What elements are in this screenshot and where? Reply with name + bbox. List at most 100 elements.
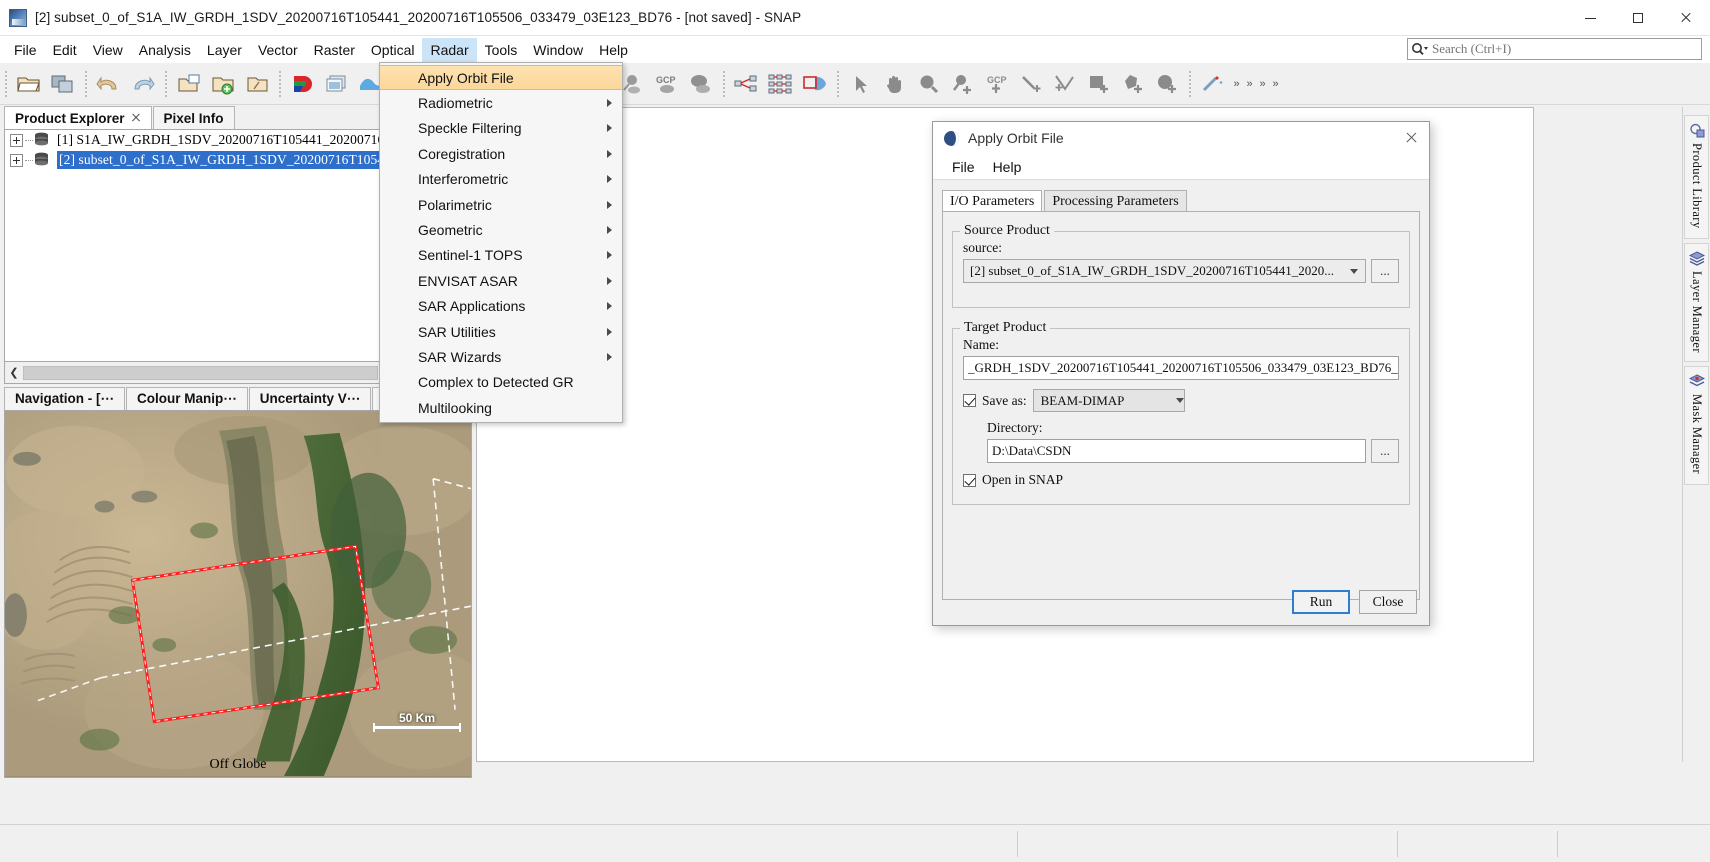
search-box[interactable] — [1407, 38, 1702, 60]
dialog-menu-file[interactable]: File — [943, 157, 984, 177]
menu-item-label: ENVISAT ASAR — [418, 272, 518, 289]
right-dock: Product Library Layer Manager Mask Manag… — [1682, 107, 1710, 762]
zoom-tool-icon[interactable] — [914, 69, 944, 99]
source-browse-button[interactable]: ... — [1371, 259, 1399, 283]
menu-item-label: SAR Wizards — [418, 348, 502, 365]
graph-builder-icon[interactable] — [732, 69, 762, 99]
menu-item-sar-utilities[interactable]: SAR Utilities — [380, 319, 622, 344]
menu-item-apply-orbit-file[interactable]: Apply Orbit File — [380, 65, 622, 91]
source-product-combo[interactable]: [2] subset_0_of_S1A_IW_GRDH_1SDV_2020071… — [963, 259, 1366, 283]
world-view-map[interactable]: Shizuishan Dawukou Yinchuan 1 2 50 Km Of… — [4, 411, 472, 778]
tab-product-explorer[interactable]: Product Explorer — [4, 106, 152, 129]
run-button[interactable]: Run — [1292, 590, 1350, 614]
tab-pixel-info[interactable]: Pixel Info — [152, 106, 235, 129]
apply-orbit-file-dialog: Apply Orbit File File Help I/O Parameter… — [932, 121, 1430, 626]
close-button[interactable] — [1662, 0, 1710, 36]
chevron-down-icon[interactable] — [1343, 260, 1365, 282]
menu-item-sar-wizards[interactable]: SAR Wizards — [380, 344, 622, 369]
pin-tool-icon[interactable] — [948, 69, 978, 99]
minimize-button[interactable] — [1566, 0, 1614, 36]
scrollbar-thumb[interactable] — [23, 365, 378, 380]
menu-help[interactable]: Help — [591, 38, 636, 62]
toolbar-separator — [723, 70, 725, 97]
tab-processing-parameters[interactable]: Processing Parameters — [1044, 190, 1187, 212]
subset-icon[interactable] — [800, 69, 830, 99]
dialog-menu-help[interactable]: Help — [984, 157, 1031, 177]
menu-optical[interactable]: Optical — [363, 38, 423, 62]
polygon-tool-icon[interactable] — [1118, 69, 1148, 99]
menu-item-speckle-filtering[interactable]: Speckle Filtering — [380, 116, 622, 141]
menu-item-coregistration[interactable]: Coregistration — [380, 141, 622, 166]
menu-item-sar-applications[interactable]: SAR Applications — [380, 294, 622, 319]
open-in-snap-checkbox[interactable] — [963, 473, 976, 487]
layers-icon — [1688, 250, 1705, 266]
save-product-icon[interactable] — [48, 69, 78, 99]
gcp-overlay-icon[interactable]: GCP — [652, 69, 682, 99]
menu-item-polarimetric[interactable]: Polarimetric — [380, 192, 622, 217]
menu-item-label: SAR Applications — [418, 298, 526, 315]
vtab-product-library[interactable]: Product Library — [1684, 115, 1709, 239]
maximize-button[interactable] — [1614, 0, 1662, 36]
open-product-icon[interactable] — [14, 69, 44, 99]
batch-processing-icon[interactable] — [766, 69, 796, 99]
pan-tool-icon[interactable] — [880, 69, 910, 99]
target-name-input[interactable]: _GRDH_1SDV_20200716T105441_20200716T1055… — [963, 356, 1399, 380]
chevron-right-icon — [607, 276, 612, 285]
menu-view[interactable]: View — [85, 38, 131, 62]
dialog-close-button[interactable] — [1401, 127, 1423, 149]
menu-analysis[interactable]: Analysis — [131, 38, 199, 62]
menu-item-complex-to-detected-gr[interactable]: Complex to Detected GR — [380, 370, 622, 395]
tab-io-parameters[interactable]: I/O Parameters — [942, 190, 1043, 212]
scroll-left-icon[interactable]: ❮ — [5, 363, 23, 383]
menu-vector[interactable]: Vector — [250, 38, 306, 62]
format-combo[interactable]: BEAM-DIMAP — [1032, 389, 1185, 412]
polyline-tool-icon[interactable] — [1050, 69, 1080, 99]
menu-edit[interactable]: Edit — [45, 38, 85, 62]
vtab-layer-manager[interactable]: Layer Manager — [1684, 242, 1709, 363]
menu-window[interactable]: Window — [525, 38, 591, 62]
expand-icon[interactable] — [10, 133, 23, 147]
menu-item-interferometric[interactable]: Interferometric — [380, 167, 622, 192]
import-product-icon[interactable] — [174, 69, 204, 99]
toolbar-overflow-chevron-4[interactable]: » — [1269, 69, 1282, 99]
tab-navigation[interactable]: Navigation - [⋯ — [4, 387, 126, 410]
redo-icon[interactable] — [128, 69, 158, 99]
mask-overlay-icon[interactable] — [686, 69, 716, 99]
tab-uncertainty-visualisation[interactable]: Uncertainty V⋯ — [248, 387, 372, 410]
menu-raster[interactable]: Raster — [306, 38, 363, 62]
vtab-mask-manager[interactable]: Mask Manager — [1684, 366, 1709, 485]
toolbar-overflow-chevron[interactable]: » — [1230, 69, 1243, 99]
export-product-icon[interactable] — [242, 69, 272, 99]
menu-item-sentinel-1-tops[interactable]: Sentinel-1 TOPS — [380, 243, 622, 268]
directory-browse-button[interactable]: ... — [1371, 439, 1399, 463]
rgb-image-icon[interactable] — [288, 69, 318, 99]
menu-item-radiometric[interactable]: Radiometric — [380, 90, 622, 115]
menu-tools[interactable]: Tools — [477, 38, 526, 62]
toolbar-overflow-chevron-3[interactable]: » — [1256, 69, 1269, 99]
undo-icon[interactable] — [94, 69, 124, 99]
tab-colour-manipulation[interactable]: Colour Manip⋯ — [126, 387, 248, 410]
menu-item-geometric[interactable]: Geometric — [380, 217, 622, 242]
expand-icon[interactable] — [10, 153, 23, 167]
menu-item-multilooking[interactable]: Multilooking — [380, 395, 622, 420]
search-input[interactable] — [1430, 40, 1701, 58]
menu-radar[interactable]: Radar — [422, 37, 477, 62]
toolbar-overflow-chevron-2[interactable]: » — [1243, 69, 1256, 99]
close-icon[interactable] — [131, 113, 141, 123]
select-tool-icon[interactable] — [846, 69, 876, 99]
magic-wand-icon[interactable] — [1198, 69, 1228, 99]
chevron-down-icon[interactable] — [1175, 398, 1184, 403]
ellipse-tool-icon[interactable] — [1152, 69, 1182, 99]
menu-item-envisat-asar[interactable]: ENVISAT ASAR — [380, 268, 622, 293]
directory-input[interactable]: D:\Data\CSDN — [987, 439, 1366, 463]
add-product-icon[interactable] — [208, 69, 238, 99]
menu-file[interactable]: File — [6, 38, 45, 62]
menu-item-label: Apply Orbit File — [418, 69, 514, 86]
gcp-tool-icon[interactable]: GCP — [982, 69, 1012, 99]
close-button[interactable]: Close — [1359, 590, 1417, 614]
save-as-checkbox[interactable] — [963, 394, 976, 407]
tile-windows-icon[interactable] — [322, 69, 352, 99]
rectangle-tool-icon[interactable] — [1084, 69, 1114, 99]
menu-layer[interactable]: Layer — [199, 38, 250, 62]
line-tool-icon[interactable] — [1016, 69, 1046, 99]
